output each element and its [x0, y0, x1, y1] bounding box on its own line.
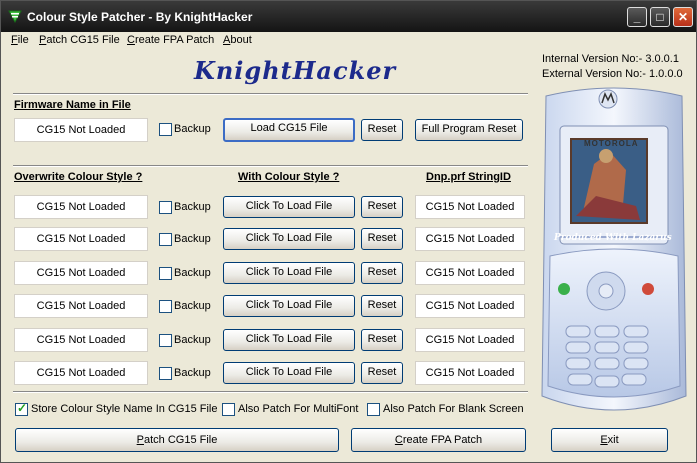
maximize-icon: □	[656, 10, 664, 24]
row-backup-label: Backup	[174, 233, 211, 245]
row-reset-button[interactable]: Reset	[361, 295, 403, 317]
menu-create-fpa[interactable]: Create FPA Patch	[127, 34, 214, 46]
minimize-icon: _	[633, 10, 641, 24]
blank-screen-checkbox[interactable]	[367, 403, 380, 416]
row-backup-label: Backup	[174, 201, 211, 213]
external-version: External Version No:- 1.0.0.0	[542, 68, 683, 80]
dnp-heading: Dnp.prf StringID	[426, 171, 511, 183]
overwrite-style-field: CG15 Not Loaded	[14, 261, 148, 285]
blank-screen-label: Also Patch For Blank Screen	[383, 403, 524, 415]
row-reset-button[interactable]: Reset	[361, 196, 403, 218]
dnp-stringid-field: CG15 Not Loaded	[415, 294, 525, 318]
minimize-button[interactable]: _	[627, 7, 647, 27]
row-backup-checkbox[interactable]	[159, 300, 172, 313]
dnp-stringid-field: CG15 Not Loaded	[415, 227, 525, 251]
overwrite-style-field: CG15 Not Loaded	[14, 328, 148, 352]
content-area: KnightHacker Internal Version No:- 3.0.0…	[6, 51, 694, 462]
separator	[13, 391, 528, 393]
dnp-stringid-field: CG15 Not Loaded	[415, 328, 525, 352]
click-to-load-button[interactable]: Click To Load File	[223, 362, 355, 384]
row-backup-checkbox[interactable]	[159, 233, 172, 246]
create-fpa-button[interactable]: Create FPA Patch	[351, 428, 526, 452]
firmware-heading: Firmware Name in File	[14, 99, 131, 111]
overwrite-heading: Overwrite Colour Style ?	[14, 171, 143, 183]
phone-image: MOTOROLA Produced With Lazarus	[536, 86, 692, 416]
main-window: Colour Style Patcher - By KnightHacker _…	[0, 0, 697, 463]
row-backup-checkbox[interactable]	[159, 367, 172, 380]
full-program-reset-button[interactable]: Full Program Reset	[415, 119, 523, 141]
separator	[13, 93, 528, 95]
multifont-checkbox[interactable]	[222, 403, 235, 416]
close-button[interactable]: ✕	[673, 7, 693, 27]
row-backup-label: Backup	[174, 267, 211, 279]
row-backup-checkbox[interactable]	[159, 267, 172, 280]
firmware-reset-button[interactable]: Reset	[361, 119, 403, 141]
dnp-stringid-field: CG15 Not Loaded	[415, 195, 525, 219]
firmware-name-field: CG15 Not Loaded	[14, 118, 148, 142]
click-to-load-button[interactable]: Click To Load File	[223, 262, 355, 284]
knighthacker-logo: KnightHacker	[194, 56, 397, 85]
click-to-load-button[interactable]: Click To Load File	[223, 295, 355, 317]
close-icon: ✕	[677, 10, 689, 24]
firmware-backup-label: Backup	[174, 123, 211, 135]
dnp-stringid-field: CG15 Not Loaded	[415, 361, 525, 385]
row-backup-label: Backup	[174, 367, 211, 379]
firmware-backup-checkbox[interactable]	[159, 123, 172, 136]
app-icon	[7, 8, 23, 27]
separator	[13, 165, 528, 167]
menu-file[interactable]: File	[11, 34, 29, 46]
overwrite-style-field: CG15 Not Loaded	[14, 227, 148, 251]
window-title: Colour Style Patcher - By KnightHacker	[27, 10, 253, 24]
row-reset-button[interactable]: Reset	[361, 362, 403, 384]
row-backup-checkbox[interactable]	[159, 334, 172, 347]
click-to-load-button[interactable]: Click To Load File	[223, 228, 355, 250]
row-reset-button[interactable]: Reset	[361, 329, 403, 351]
with-heading: With Colour Style ?	[238, 171, 340, 183]
internal-version: Internal Version No:- 3.0.0.1	[542, 53, 679, 65]
row-backup-label: Backup	[174, 300, 211, 312]
row-reset-button[interactable]: Reset	[361, 262, 403, 284]
menu-patch-cg15[interactable]: Patch CG15 File	[39, 34, 120, 46]
click-to-load-button[interactable]: Click To Load File	[223, 329, 355, 351]
row-backup-label: Backup	[174, 334, 211, 346]
store-name-checkbox[interactable]	[15, 401, 28, 416]
maximize-button[interactable]: □	[650, 7, 670, 27]
phone-brand: MOTOROLA	[584, 139, 639, 148]
row-backup-checkbox[interactable]	[159, 201, 172, 214]
dnp-stringid-field: CG15 Not Loaded	[415, 261, 525, 285]
exit-button[interactable]: Exit	[551, 428, 668, 452]
phone-caption: Produced With Lazarus	[554, 233, 672, 243]
click-to-load-button[interactable]: Click To Load File	[223, 196, 355, 218]
row-reset-button[interactable]: Reset	[361, 228, 403, 250]
load-cg15-button[interactable]: Load CG15 File	[223, 118, 355, 142]
menu-about[interactable]: About	[223, 34, 252, 46]
patch-cg15-button[interactable]: Patch CG15 File	[15, 428, 339, 452]
menu-bar: File Patch CG15 File Create FPA Patch Ab…	[1, 32, 696, 50]
overwrite-style-field: CG15 Not Loaded	[14, 294, 148, 318]
overwrite-style-field: CG15 Not Loaded	[14, 361, 148, 385]
overwrite-style-field: CG15 Not Loaded	[14, 195, 148, 219]
multifont-label: Also Patch For MultiFont	[238, 403, 359, 415]
title-bar: Colour Style Patcher - By KnightHacker _…	[1, 1, 696, 32]
store-name-label: Store Colour Style Name In CG15 File	[31, 403, 218, 415]
